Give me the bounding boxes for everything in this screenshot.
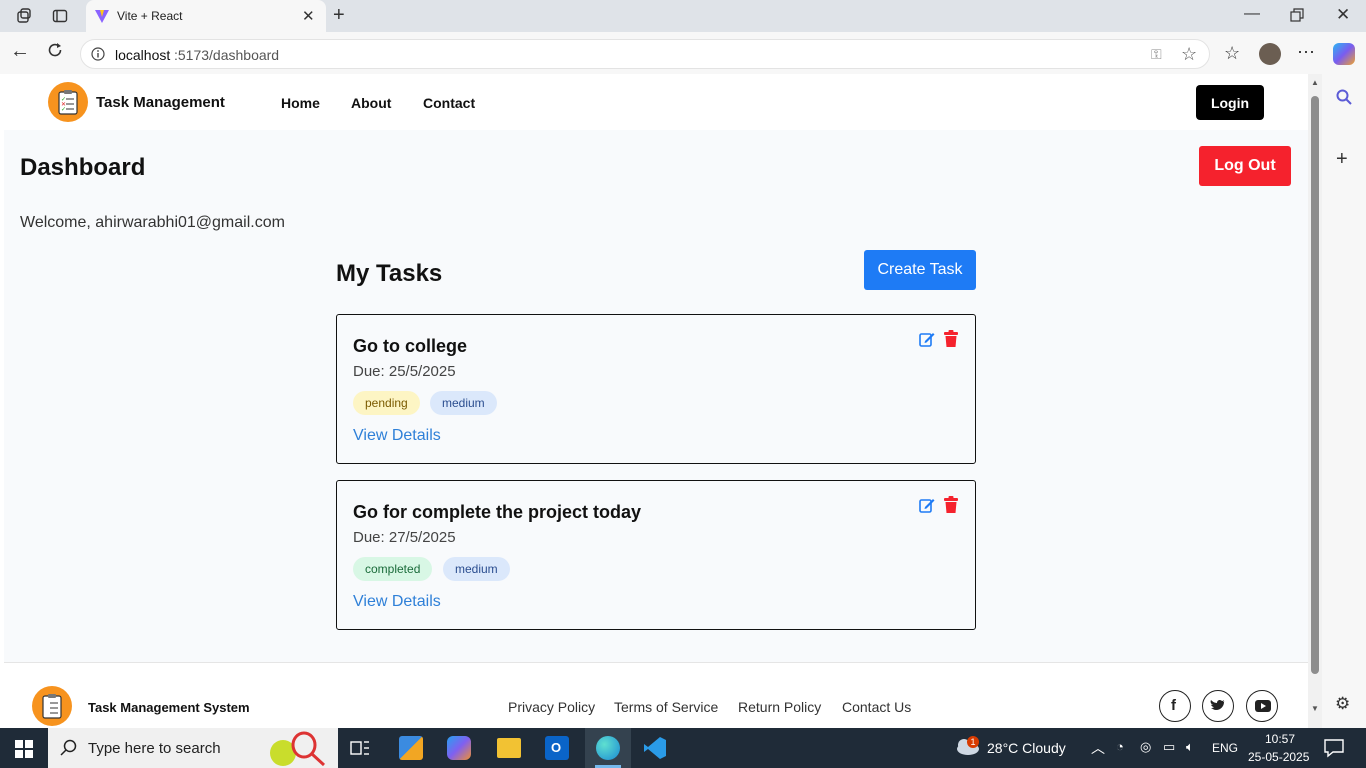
refresh-icon[interactable] xyxy=(46,41,64,64)
task-card: Go for complete the project today Due: 2… xyxy=(336,480,976,630)
tab-bar: Vite + React ✕ + — ✕ xyxy=(0,0,1366,32)
wifi-icon[interactable]: ◔ xyxy=(1116,739,1124,754)
welcome-message: Welcome, ahirwarabhi01@gmail.com xyxy=(20,214,285,231)
task-logo-icon[interactable]: ✓ ✕ ✓ xyxy=(48,82,88,122)
page-viewport: ✓ ✕ ✓ Task Management Home About Contact L… xyxy=(4,74,1308,728)
vscode-icon[interactable] xyxy=(643,736,667,760)
site-info-icon[interactable] xyxy=(91,47,105,61)
favorites-icon[interactable]: ☆ xyxy=(1224,43,1240,64)
search-icon[interactable] xyxy=(1335,88,1353,106)
footer-link-terms[interactable]: Terms of Service xyxy=(614,699,718,715)
address-bar[interactable]: localhost :5173/dashboard ⚿ ☆ xyxy=(80,39,1210,69)
volume-icon[interactable]: 🔈︎ xyxy=(1186,739,1194,755)
task-card: Go to college Due: 25/5/2025 pending med… xyxy=(336,314,976,464)
task-due-date: Due: 25/5/2025 xyxy=(353,363,456,380)
profile-avatar[interactable] xyxy=(1259,43,1281,65)
copilot-taskbar-icon[interactable] xyxy=(447,736,471,760)
view-details-link[interactable]: View Details xyxy=(353,427,441,445)
scrollbar-thumb[interactable] xyxy=(1311,96,1319,674)
url-path: :5173/dashboard xyxy=(174,47,280,63)
more-menu-icon[interactable]: ⋯ xyxy=(1297,42,1315,63)
vite-logo-icon xyxy=(95,10,109,23)
status-badge: completed xyxy=(353,557,433,581)
status-badge: pending xyxy=(353,391,420,415)
brand-name[interactable]: Task Management xyxy=(96,94,225,111)
url-host: localhost xyxy=(115,47,171,63)
search-placeholder: Type here to search xyxy=(88,740,221,757)
weather-badge: 1 xyxy=(967,736,979,748)
nav-link-about[interactable]: About xyxy=(351,95,391,111)
priority-badge: medium xyxy=(430,391,497,415)
view-details-link[interactable]: View Details xyxy=(353,593,441,611)
back-icon[interactable]: ← xyxy=(10,40,30,63)
search-icon xyxy=(60,739,77,756)
add-sidebar-item-icon[interactable]: + xyxy=(1336,148,1348,171)
windows-start-icon[interactable] xyxy=(15,740,33,758)
notifications-icon[interactable] xyxy=(1324,738,1344,758)
store-icon[interactable] xyxy=(399,736,423,760)
close-tab-icon[interactable]: ✕ xyxy=(302,7,315,25)
tennis-racket-icon xyxy=(291,731,326,767)
footer-link-return[interactable]: Return Policy xyxy=(738,699,821,715)
footer-brand: Task Management System xyxy=(88,700,250,715)
copilot-icon[interactable] xyxy=(1333,43,1355,65)
page-scrollbar[interactable]: ▲ ▼ xyxy=(1308,74,1322,728)
minimize-icon[interactable]: — xyxy=(1244,5,1260,23)
weather-text[interactable]: 28°C Cloudy xyxy=(987,740,1066,756)
footer-link-privacy[interactable]: Privacy Policy xyxy=(508,699,595,715)
nav-link-home[interactable]: Home xyxy=(281,95,320,111)
edge-taskbar-active[interactable] xyxy=(585,728,631,768)
youtube-icon[interactable] xyxy=(1246,690,1278,722)
workspaces-icon[interactable] xyxy=(16,8,32,27)
favorite-star-icon[interactable]: ☆ xyxy=(1181,44,1197,65)
tab-actions-icon[interactable] xyxy=(52,8,68,27)
close-window-icon[interactable]: ✕ xyxy=(1336,5,1350,25)
task-title: Go to college xyxy=(353,336,468,356)
footer-logo-icon xyxy=(32,686,72,726)
tasks-heading: My Tasks xyxy=(336,260,443,287)
clock-date[interactable]: 25-05-2025 xyxy=(1248,750,1309,764)
file-explorer-icon[interactable] xyxy=(497,738,521,758)
facebook-icon[interactable]: f xyxy=(1159,690,1191,722)
tab-title: Vite + React xyxy=(117,9,183,23)
password-key-icon[interactable]: ⚿ xyxy=(1151,46,1162,63)
twitter-icon[interactable] xyxy=(1202,690,1234,722)
task-title: Go for complete the project today xyxy=(353,502,642,522)
edit-icon[interactable] xyxy=(919,331,935,347)
browser-side-panel: + ⚙ xyxy=(1322,74,1366,728)
page-title: Dashboard xyxy=(20,154,146,181)
taskbar-search[interactable]: Type here to search xyxy=(48,728,338,768)
language-indicator[interactable]: ENG xyxy=(1212,741,1238,755)
restore-icon[interactable] xyxy=(1290,8,1304,27)
battery-icon[interactable]: ▭ xyxy=(1163,739,1175,755)
login-button[interactable]: Login xyxy=(1196,85,1264,120)
svg-text:✓: ✓ xyxy=(61,107,66,113)
priority-badge: medium xyxy=(443,557,510,581)
site-navbar: ✓ ✕ ✓ Task Management Home About Contact L… xyxy=(4,74,1308,130)
site-footer xyxy=(4,662,1308,728)
clock-time[interactable]: 10:57 xyxy=(1265,732,1295,746)
new-tab-icon[interactable]: + xyxy=(333,4,345,27)
settings-gear-icon[interactable]: ⚙ xyxy=(1335,694,1350,714)
task-due-date: Due: 27/5/2025 xyxy=(353,529,456,546)
task-view-icon[interactable] xyxy=(350,738,370,758)
camera-icon[interactable]: ◎ xyxy=(1140,739,1151,755)
tray-chevron-icon[interactable]: ︿ xyxy=(1091,738,1105,758)
browser-tab[interactable]: Vite + React ✕ xyxy=(86,0,326,32)
outlook-icon[interactable]: O xyxy=(545,736,569,760)
delete-icon[interactable] xyxy=(943,330,959,348)
nav-link-contact[interactable]: Contact xyxy=(423,95,475,111)
delete-icon[interactable] xyxy=(943,496,959,514)
footer-link-contact[interactable]: Contact Us xyxy=(842,699,911,715)
edit-icon[interactable] xyxy=(919,497,935,513)
create-task-button[interactable]: Create Task xyxy=(864,250,976,290)
logout-button[interactable]: Log Out xyxy=(1199,146,1291,186)
